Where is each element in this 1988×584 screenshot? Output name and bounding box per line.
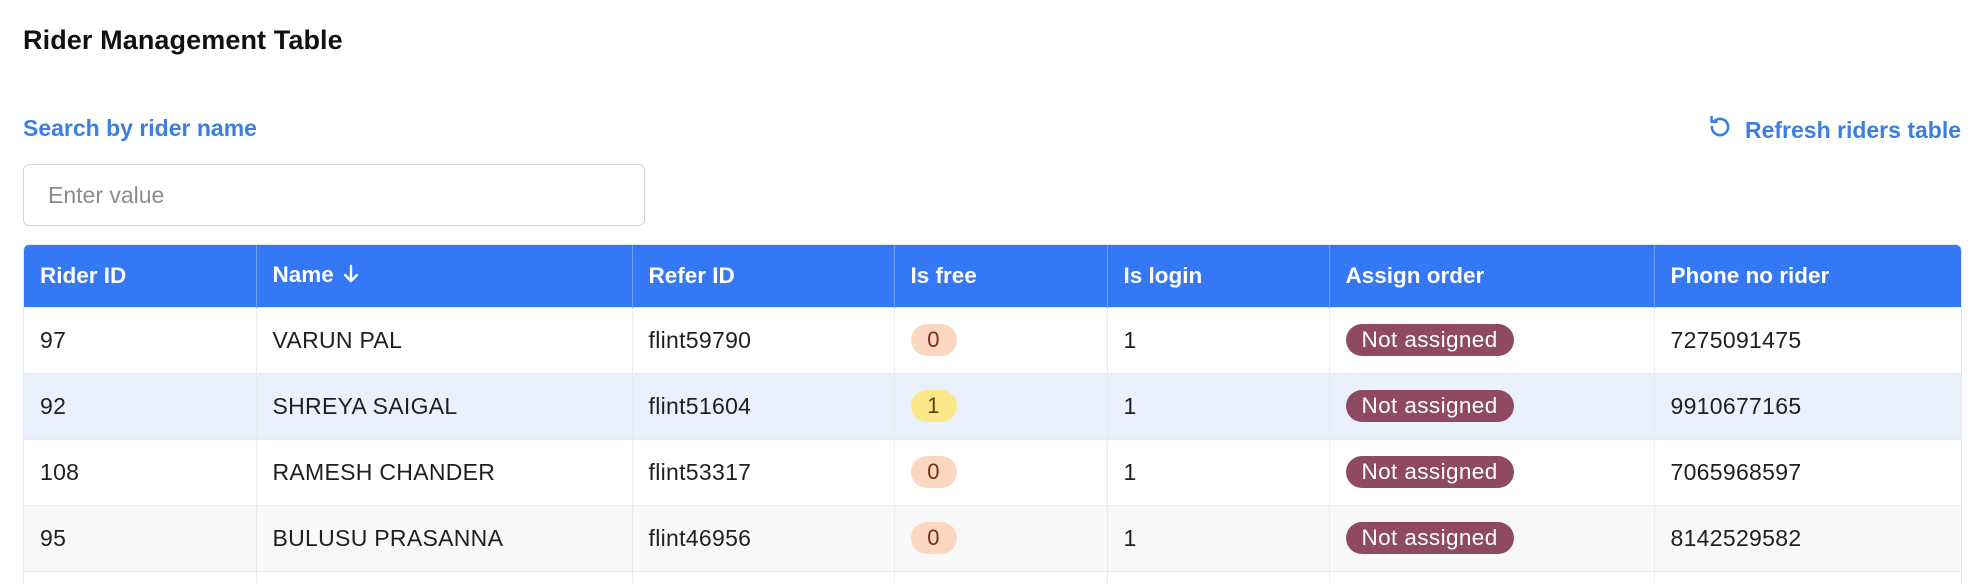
is-free-badge: 0 <box>910 522 957 554</box>
is-free-badge: 1 <box>910 390 957 422</box>
cell-refer-id: flint51604 <box>632 373 895 439</box>
cell-rider-id: 108 <box>24 439 257 505</box>
column-header-phone[interactable]: Phone no rider <box>1654 245 1961 307</box>
assign-status-badge: Not assigned <box>1345 390 1514 422</box>
table-header-row: Rider ID Name Refer ID Is free Is login … <box>24 245 1961 307</box>
table-row[interactable]: 108 RAMESH CHANDER flint53317 0 1 Not as… <box>24 439 1961 505</box>
cell-name: RAMESH CHANDER <box>256 439 633 505</box>
cell-is-login: 1 <box>1107 307 1330 373</box>
table-row[interactable]: 92 SHREYA SAIGAL flint51604 1 1 Not assi… <box>24 373 1961 439</box>
refresh-label: Refresh riders table <box>1744 116 1961 143</box>
cell-is-login: 1 <box>1107 505 1330 571</box>
column-header-rider-id[interactable]: Rider ID <box>24 245 257 307</box>
cell-rider-id: 95 <box>24 505 257 571</box>
table-row[interactable]: 97 VARUN PAL flint59790 0 1 Not assigned… <box>24 307 1961 373</box>
refresh-icon <box>1707 114 1733 146</box>
column-header-is-free[interactable]: Is free <box>894 245 1108 307</box>
cell-rider-id: 97 <box>24 307 257 373</box>
cell-phone: 7065968597 <box>1670 458 1802 485</box>
assign-status-badge: Not assigned <box>1345 324 1514 356</box>
column-header-assign-order[interactable]: Assign order <box>1329 245 1655 307</box>
search-label: Search by rider name <box>23 115 257 141</box>
search-input[interactable] <box>23 164 645 226</box>
cell-phone: 8142529582 <box>1670 524 1802 551</box>
cell-assign-order: Not assigned <box>1329 373 1655 439</box>
assign-status-badge: Not assigned <box>1345 456 1514 488</box>
is-free-badge: 0 <box>910 324 957 356</box>
cell-is-login: 1 <box>1107 439 1330 505</box>
refresh-riders-button[interactable]: Refresh riders table <box>1707 114 1961 146</box>
assign-status-badge: Not assigned <box>1345 522 1514 554</box>
cell-is-login: 1 <box>1107 373 1330 439</box>
cell-rider-id: 92 <box>24 373 257 439</box>
column-header-is-login[interactable]: Is login <box>1107 245 1330 307</box>
cell-name: BULUSU PRASANNA <box>256 505 633 571</box>
cell-name: VARUN PAL <box>256 307 633 373</box>
cell-phone: 9910677165 <box>1670 392 1802 419</box>
cell-refer-id: flint53317 <box>632 439 895 505</box>
riders-table: Rider ID Name Refer ID Is free Is login … <box>23 244 1962 584</box>
cell-assign-order: Not assigned <box>1329 439 1655 505</box>
is-free-badge: 0 <box>910 456 957 488</box>
cell-refer-id: flint46956 <box>632 505 895 571</box>
cell-is-free: 0 <box>894 505 1108 571</box>
arrow-down-icon <box>342 264 360 290</box>
cell-phone: 7275091475 <box>1670 326 1802 353</box>
page-title: Rider Management Table <box>23 25 343 55</box>
cell-is-free: 0 <box>894 307 1108 373</box>
cell-refer-id: flint59790 <box>632 307 895 373</box>
column-header-refer-id[interactable]: Refer ID <box>632 245 895 307</box>
table-row-partial <box>24 571 1961 584</box>
cell-assign-order: Not assigned <box>1329 505 1655 571</box>
cell-is-free: 1 <box>894 373 1108 439</box>
cell-is-free: 0 <box>894 439 1108 505</box>
table-row[interactable]: 95 BULUSU PRASANNA flint46956 0 1 Not as… <box>24 505 1961 571</box>
column-header-name[interactable]: Name <box>256 245 633 307</box>
cell-name: SHREYA SAIGAL <box>256 373 633 439</box>
cell-assign-order: Not assigned <box>1329 307 1655 373</box>
